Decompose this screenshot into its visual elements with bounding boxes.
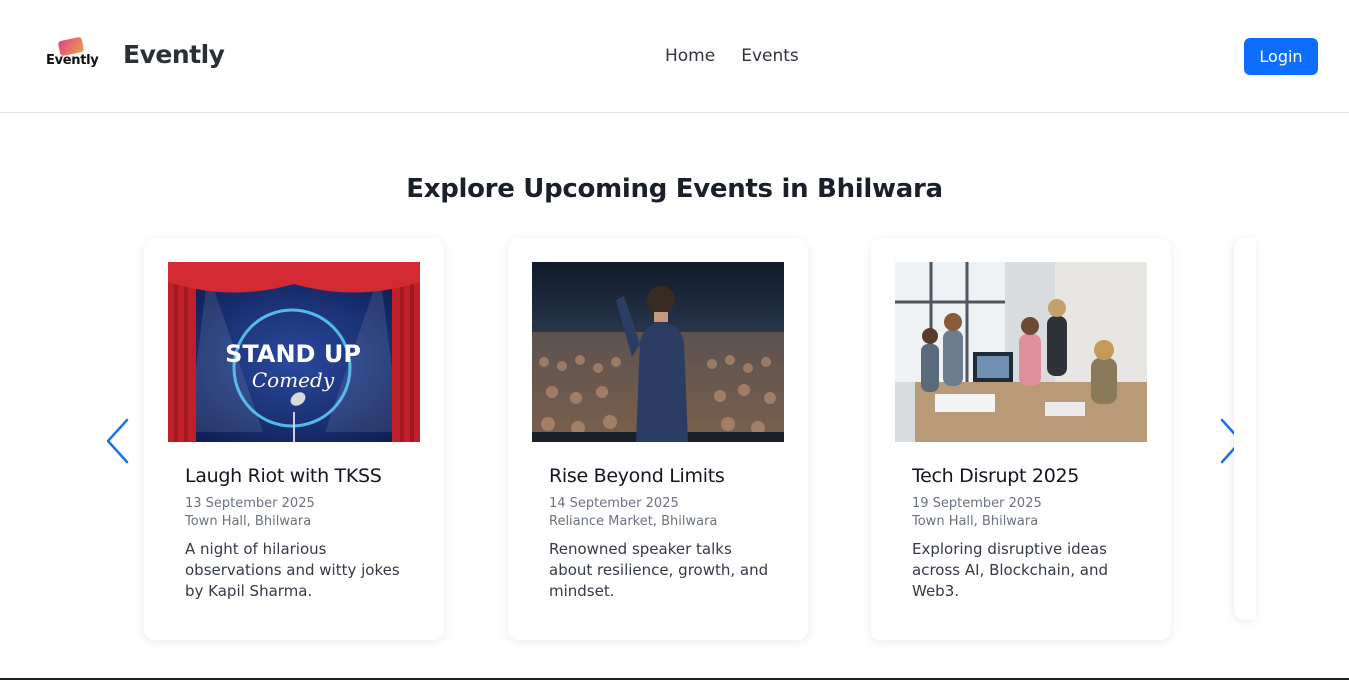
login-button[interactable]: Login <box>1244 38 1318 75</box>
event-title[interactable]: Rise Beyond Limits <box>549 465 725 487</box>
event-title[interactable]: Laugh Riot with TKSS <box>185 465 382 487</box>
event-title[interactable]: Tech Disrupt 2025 <box>912 465 1079 487</box>
logo-text: Evently <box>46 53 99 68</box>
event-venue: Town Hall, Bhilwara <box>185 514 312 529</box>
event-card[interactable]: Rise Beyond Limits 14 September 2025 Rel… <box>508 238 808 640</box>
event-venue: Reliance Market, Bhilwara <box>549 514 718 529</box>
section-heading: Explore Upcoming Events in Bhilwara <box>406 174 943 204</box>
event-date: 13 September 2025 <box>185 496 315 511</box>
brand-name[interactable]: Evently <box>123 40 225 69</box>
chevron-left-icon <box>106 418 129 464</box>
event-description: Exploring disruptive ideas across AI, Bl… <box>912 540 1109 600</box>
event-card-partial[interactable] <box>1234 238 1256 620</box>
event-description: Renowned speaker talks about resilience,… <box>549 540 769 600</box>
event-date: 19 September 2025 <box>912 496 1042 511</box>
main-nav: Home Events <box>665 46 799 66</box>
site-header: Evently Evently Home Events Login <box>0 0 1349 113</box>
nav-home-link[interactable]: Home <box>665 46 715 66</box>
event-image-tech[interactable] <box>895 262 1147 442</box>
event-card[interactable]: Tech Disrupt 2025 19 September 2025 Town… <box>871 238 1171 640</box>
event-venue: Town Hall, Bhilwara <box>912 514 1039 529</box>
poster-subtitle: Comedy <box>252 368 335 392</box>
nav-events-link[interactable]: Events <box>741 46 799 66</box>
logo[interactable]: Evently <box>44 36 99 74</box>
event-image-speaker[interactable] <box>532 262 784 442</box>
poster-title: STAND UP <box>225 340 361 368</box>
event-card[interactable]: STAND UP Comedy Laugh Riot with TKSS 13 … <box>144 238 444 640</box>
carousel-prev-button[interactable] <box>98 412 138 470</box>
event-description: A night of hilarious observations and wi… <box>185 540 400 600</box>
event-date: 14 September 2025 <box>549 496 679 511</box>
event-image-comedy[interactable]: STAND UP Comedy <box>168 262 420 442</box>
